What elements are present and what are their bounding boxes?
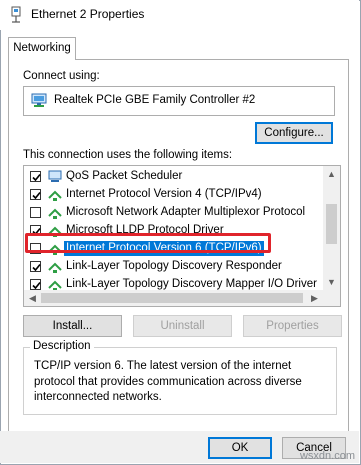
adapter-box: Realtek PCIe GBE Family Controller #2 xyxy=(23,86,335,116)
install-button[interactable]: Install... xyxy=(23,315,122,337)
list-item[interactable]: Internet Protocol Version 4 (TCP/IPv4) xyxy=(24,186,322,204)
uninstall-button[interactable]: Uninstall xyxy=(133,315,232,337)
item-label: QoS Packet Scheduler xyxy=(66,170,183,182)
scroll-up-arrow-icon[interactable]: ▲ xyxy=(326,169,337,179)
network-card-icon xyxy=(31,93,49,109)
item-checkbox[interactable] xyxy=(30,171,41,182)
network-adapter-icon xyxy=(9,6,23,24)
connect-using-label: Connect using: xyxy=(23,70,100,82)
item-checkbox[interactable] xyxy=(30,189,41,200)
protocol-icon xyxy=(48,206,62,220)
item-checkbox[interactable] xyxy=(30,261,41,272)
scroll-right-arrow-icon[interactable]: ▶ xyxy=(309,293,320,303)
adapter-name: Realtek PCIe GBE Family Controller #2 xyxy=(54,94,256,106)
scheduler-icon xyxy=(48,170,62,184)
item-checkbox[interactable] xyxy=(30,279,41,290)
window-title: Ethernet 2 Properties xyxy=(31,7,145,21)
list-item[interactable]: Microsoft Network Adapter Multiplexor Pr… xyxy=(24,204,322,222)
properties-button[interactable]: Properties xyxy=(243,315,342,337)
item-checkbox[interactable] xyxy=(30,207,41,218)
configure-button[interactable]: Configure... xyxy=(255,122,333,144)
vertical-scroll-thumb[interactable] xyxy=(326,204,337,244)
item-label: Microsoft Network Adapter Multiplexor Pr… xyxy=(66,206,306,218)
list-item[interactable]: QoS Packet Scheduler xyxy=(24,168,322,186)
tab-networking[interactable]: Networking xyxy=(8,37,76,60)
description-text: TCP/IP version 6. The latest version of … xyxy=(34,360,302,403)
protocol-icon xyxy=(48,188,62,202)
protocol-icon xyxy=(48,260,62,274)
horizontal-scroll-thumb[interactable] xyxy=(41,293,303,303)
list-item[interactable]: Link-Layer Topology Discovery Responder xyxy=(24,258,322,276)
description-title: Description xyxy=(30,340,94,352)
item-label: Link-Layer Topology Discovery Responder xyxy=(66,260,282,272)
watermark: wsxdn.com xyxy=(299,450,355,462)
scrollbar-corner xyxy=(323,290,340,306)
scroll-down-arrow-icon[interactable]: ▼ xyxy=(326,277,337,287)
ok-button[interactable]: OK xyxy=(208,437,272,459)
annotation-highlight-box xyxy=(25,233,271,253)
item-label: Internet Protocol Version 4 (TCP/IPv4) xyxy=(66,188,262,200)
item-label: Link-Layer Topology Discovery Mapper I/O… xyxy=(66,278,317,290)
title-bar: Ethernet 2 Properties xyxy=(0,0,359,30)
items-label: This connection uses the following items… xyxy=(23,149,233,161)
scroll-left-arrow-icon[interactable]: ◀ xyxy=(27,293,38,303)
